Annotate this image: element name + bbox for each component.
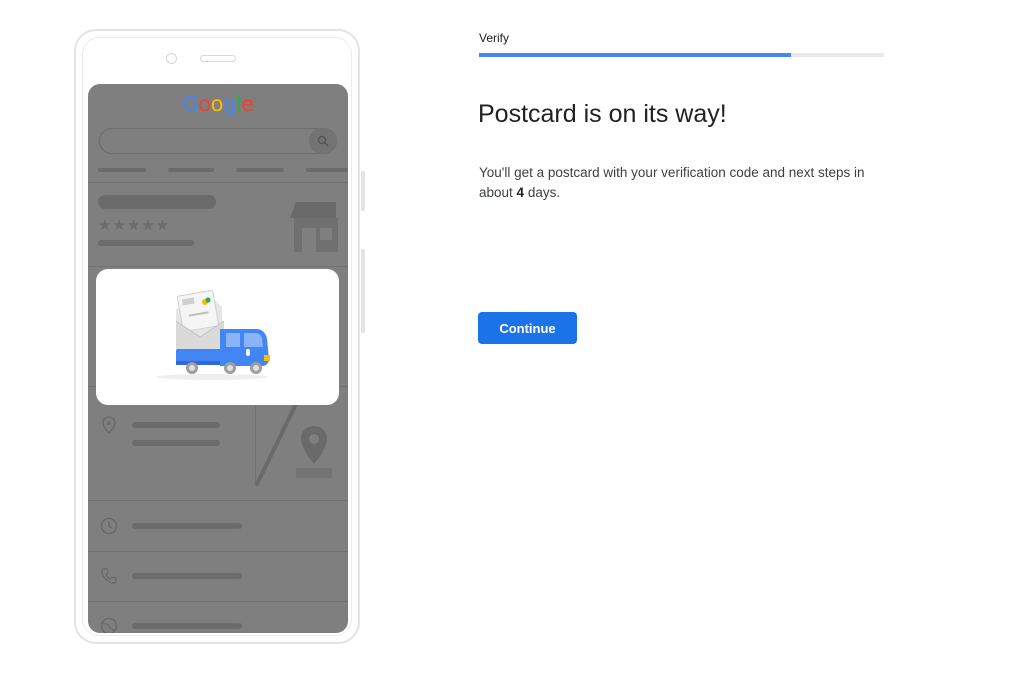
tab-placeholder — [98, 168, 146, 172]
tab-placeholder — [168, 168, 214, 172]
camera-icon — [166, 53, 177, 64]
logo-letter: g — [222, 92, 236, 116]
text-placeholder — [132, 623, 242, 629]
text-placeholder — [132, 573, 242, 579]
rating-stars: ★★★★★ — [98, 217, 171, 234]
divider — [88, 500, 348, 501]
tab-placeholder — [236, 168, 284, 172]
divider — [88, 601, 348, 602]
search-bar — [99, 128, 337, 154]
postcard-truck-illustration — [156, 289, 270, 380]
continue-button[interactable]: Continue — [478, 312, 577, 344]
logo-letter: G — [182, 92, 199, 116]
text-placeholder — [132, 523, 242, 529]
location-pin-icon — [100, 416, 118, 435]
title-placeholder — [98, 195, 216, 209]
page-title: Postcard is on its way! — [478, 100, 727, 128]
google-logo: Google — [88, 92, 348, 116]
tab-placeholder — [306, 168, 348, 172]
storefront-icon — [284, 198, 338, 252]
days-count: 4 — [516, 185, 525, 200]
postcard-illustration-card — [96, 269, 339, 405]
description-text: You'll get a postcard with your verifica… — [479, 163, 899, 203]
step-label: Verify — [479, 31, 510, 45]
search-icon — [309, 128, 337, 154]
phone-side-button — [361, 171, 365, 211]
progress-bar-fill — [479, 53, 791, 57]
divider — [88, 182, 348, 183]
logo-letter: o — [198, 92, 211, 116]
logo-letter: e — [241, 92, 254, 116]
phone-side-button — [361, 249, 365, 333]
divider — [88, 266, 348, 267]
phone-icon — [100, 567, 118, 585]
clock-icon — [100, 517, 118, 535]
logo-letter: o — [210, 92, 224, 116]
divider — [88, 551, 348, 552]
map-thumbnail — [254, 403, 348, 487]
text-placeholder — [132, 440, 220, 446]
speaker-icon — [200, 55, 236, 62]
progress-bar — [479, 53, 884, 57]
globe-icon — [100, 617, 118, 633]
description-suffix: days. — [524, 185, 561, 200]
text-placeholder — [132, 422, 220, 428]
text-placeholder — [98, 240, 194, 246]
